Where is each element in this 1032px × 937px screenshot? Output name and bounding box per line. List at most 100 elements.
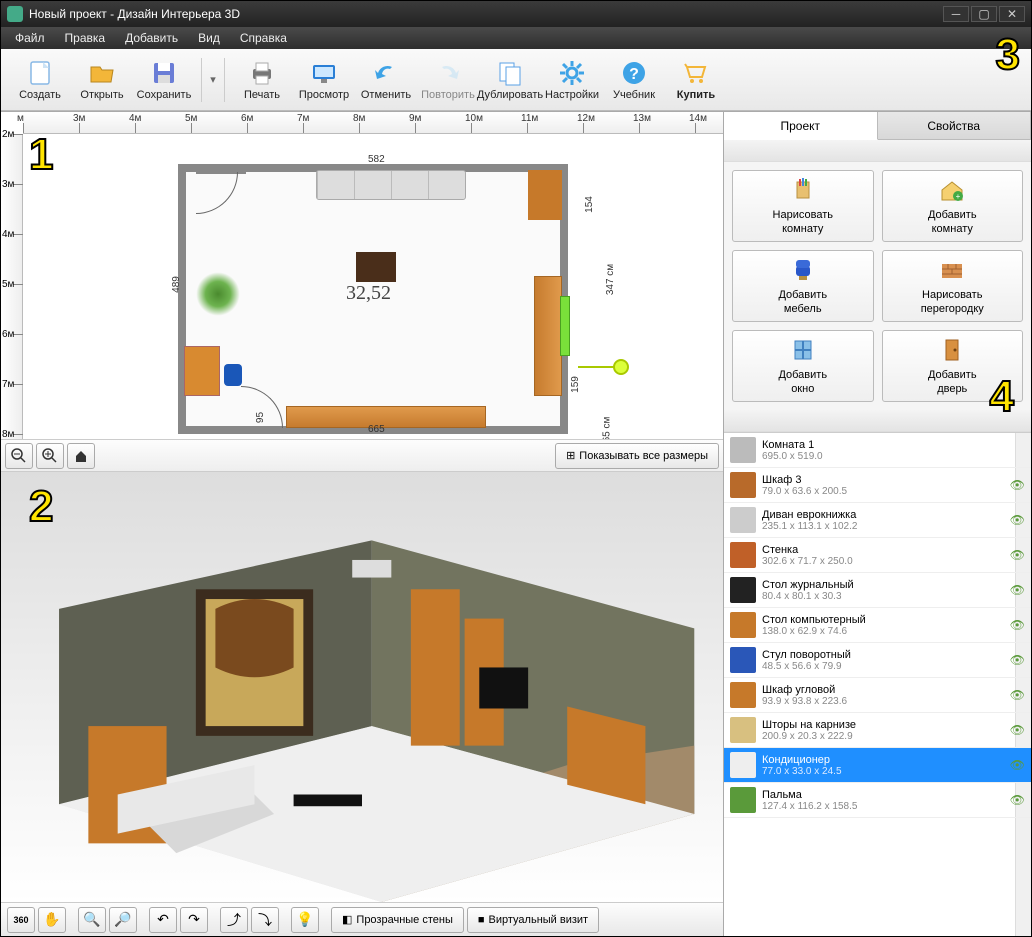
object-name: Стол компьютерный (762, 614, 1006, 626)
close-button[interactable]: ✕ (999, 6, 1025, 22)
menu-файл[interactable]: Файл (5, 28, 55, 48)
toolbar-buy[interactable]: Купить (665, 52, 727, 108)
object-icon (730, 612, 756, 638)
titlebar: Новый проект - Дизайн Интерьера 3D ─ ▢ ✕ (1, 1, 1031, 27)
menu-вид[interactable]: Вид (188, 28, 230, 48)
object-dims: 80.4 x 80.1 x 30.3 (762, 591, 1006, 602)
view-3d[interactable] (1, 472, 723, 902)
transparent-walls-button[interactable]: ◧Прозрачные стены (331, 907, 464, 933)
rotate-up-button[interactable]: ⤴ (220, 907, 248, 933)
visibility-icon[interactable]: 👁 (1010, 723, 1025, 737)
object-name: Комната 1 (762, 439, 1025, 451)
ruler-h-label: 10м (465, 113, 483, 124)
dim-right-big: 347 см (605, 264, 616, 295)
object-item[interactable]: Пальма127.4 x 116.2 x 158.5👁 (724, 783, 1031, 818)
tab-project[interactable]: Проект (724, 112, 878, 140)
toolbar-settings[interactable]: Настройки (541, 52, 603, 108)
visibility-icon[interactable]: 👁 (1010, 583, 1025, 597)
toolbar-label: Купить (677, 89, 715, 101)
rotate-right-button[interactable]: ↷ (180, 907, 208, 933)
toolbar-save[interactable]: Сохранить (133, 52, 195, 108)
furniture-shelf[interactable] (528, 170, 562, 220)
virtual-visit-button[interactable]: ■Виртуальный визит (467, 907, 599, 933)
visibility-icon[interactable]: 👁 (1010, 618, 1025, 632)
left-pane: 1 м3м4м5м6м7м8м9м10м11м12м13м14м 2м3м4м5… (1, 112, 723, 936)
toolbar-duplicate[interactable]: Дублировать (479, 52, 541, 108)
toolbar-print[interactable]: Печать (231, 52, 293, 108)
action-draw-room[interactable]: Нарисоватькомнату (732, 170, 874, 242)
object-item[interactable]: Стенка302.6 x 71.7 x 250.0👁 (724, 538, 1031, 573)
toolbar-undo[interactable]: Отменить (355, 52, 417, 108)
settings-icon (558, 59, 586, 87)
room-outline[interactable]: 32,52 (178, 164, 568, 434)
toolbar-help[interactable]: ?Учебник (603, 52, 665, 108)
ruler-h-label: 4м (129, 113, 141, 124)
furniture-chair[interactable] (224, 364, 242, 386)
object-item[interactable]: Диван еврокнижка235.1 x 113.1 x 102.2👁 (724, 503, 1031, 538)
dim-top: 582 (368, 154, 385, 165)
pan-button[interactable]: ✋ (38, 907, 66, 933)
rotate-down-button[interactable]: ⤵ (251, 907, 279, 933)
minimize-button[interactable]: ─ (943, 6, 969, 22)
buy-icon (682, 59, 710, 87)
svg-text:?: ? (629, 66, 639, 83)
maximize-button[interactable]: ▢ (971, 6, 997, 22)
home-button[interactable] (67, 443, 95, 469)
menu-добавить[interactable]: Добавить (115, 28, 188, 48)
object-item[interactable]: Кондиционер77.0 x 33.0 x 24.5👁 (724, 748, 1031, 783)
ruler-v-label: 5м (2, 279, 14, 290)
toolbar-dropdown[interactable]: ▾ (208, 73, 218, 86)
zoom-out-button[interactable] (5, 443, 33, 469)
visibility-icon[interactable]: 👁 (1010, 688, 1025, 702)
toolbar-redo[interactable]: Повторить (417, 52, 479, 108)
show-sizes-button[interactable]: ⊞Показывать все размеры (555, 443, 719, 469)
object-dims: 93.9 x 93.8 x 223.6 (762, 696, 1006, 707)
visibility-icon[interactable]: 👁 (1010, 653, 1025, 667)
furniture-couch[interactable] (316, 170, 466, 200)
plan-canvas[interactable]: 32,52 (23, 134, 723, 439)
door-icon (938, 336, 966, 364)
toolbar-open[interactable]: Открыть (71, 52, 133, 108)
object-name: Стенка (762, 544, 1006, 556)
print-icon (248, 59, 276, 87)
visibility-icon[interactable]: 👁 (1010, 478, 1025, 492)
tab-properties[interactable]: Свойства (878, 112, 1032, 139)
furniture-plant[interactable] (196, 272, 240, 316)
action-add-furniture[interactable]: Добавитьмебель (732, 250, 874, 322)
toolbar-create[interactable]: Создать (9, 52, 71, 108)
object-item[interactable]: Стул поворотный48.5 x 56.6 x 79.9👁 (724, 643, 1031, 678)
light-button[interactable]: 💡 (291, 907, 319, 933)
object-item[interactable]: Комната 1695.0 x 519.0 (724, 433, 1031, 468)
furniture-desk[interactable] (184, 346, 220, 396)
action-add-room[interactable]: +Добавитькомнату (882, 170, 1024, 242)
action-draw-partition[interactable]: Нарисоватьперегородку (882, 250, 1024, 322)
object-item[interactable]: Стол журнальный80.4 x 80.1 x 30.3👁 (724, 573, 1031, 608)
menu-правка[interactable]: Правка (55, 28, 116, 48)
object-item[interactable]: Шторы на карнизе200.9 x 20.3 x 222.9👁 (724, 713, 1031, 748)
furniture-table[interactable] (356, 252, 396, 282)
object-item[interactable]: Шкаф угловой93.9 x 93.8 x 223.6👁 (724, 678, 1031, 713)
visibility-icon[interactable]: 👁 (1010, 513, 1025, 527)
action-label: Добавитьокно (778, 368, 827, 397)
zoom-in-3d-button[interactable]: 🔎 (109, 907, 137, 933)
toolbar-preview[interactable]: Просмотр (293, 52, 355, 108)
furniture-sofa-bottom[interactable] (286, 406, 486, 428)
object-item[interactable]: Шкаф 379.0 x 63.6 x 200.5👁 (724, 468, 1031, 503)
visibility-icon[interactable]: 👁 (1010, 793, 1025, 807)
object-name: Шторы на карнизе (762, 719, 1006, 731)
rotate-360-button[interactable]: 360 (7, 907, 35, 933)
zoom-in-button[interactable] (36, 443, 64, 469)
ruler-h-label: 9м (409, 113, 421, 124)
zoom-out-3d-button[interactable]: 🔍 (78, 907, 106, 933)
drag-handle[interactable] (613, 359, 629, 375)
object-icon (730, 647, 756, 673)
visibility-icon[interactable]: 👁 (1010, 548, 1025, 562)
object-item[interactable]: Стол компьютерный138.0 x 62.9 x 74.6👁 (724, 608, 1031, 643)
action-add-window[interactable]: Добавитьокно (732, 330, 874, 402)
furniture-sofa-right[interactable] (534, 276, 562, 396)
rotate-left-button[interactable]: ↶ (149, 907, 177, 933)
action-label: Нарисоватьперегородку (921, 288, 984, 317)
menu-справка[interactable]: Справка (230, 28, 297, 48)
window-marker[interactable] (560, 296, 570, 356)
visibility-icon[interactable]: 👁 (1010, 758, 1025, 772)
